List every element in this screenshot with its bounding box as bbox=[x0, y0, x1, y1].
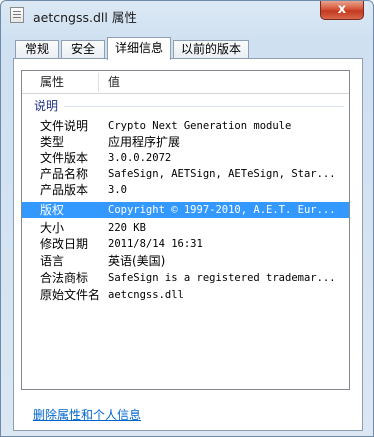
file-icon bbox=[10, 7, 24, 23]
list-row-size[interactable]: 大小 220 KB bbox=[22, 220, 349, 236]
row-key: 文件版本 bbox=[40, 151, 89, 165]
row-value: 2011/8/14 16:31 bbox=[108, 238, 203, 250]
row-key: 修改日期 bbox=[40, 237, 89, 251]
row-key: 产品名称 bbox=[40, 167, 89, 181]
column-header-property[interactable]: 属性 bbox=[40, 71, 64, 94]
group-divider bbox=[64, 106, 344, 107]
row-key: 文件说明 bbox=[40, 119, 89, 133]
close-icon: x bbox=[337, 2, 347, 17]
list-header: 属性 值 bbox=[22, 71, 349, 94]
row-value: SafeSign is a registered trademar... bbox=[108, 272, 336, 284]
row-value: 220 KB bbox=[108, 222, 146, 234]
row-key: 产品版本 bbox=[40, 183, 89, 197]
list-row-product-version[interactable]: 产品版本 3.0 bbox=[22, 182, 349, 198]
remove-properties-link[interactable]: 删除属性和个人信息 bbox=[33, 406, 141, 423]
group-label: 说明 bbox=[34, 99, 59, 113]
window-title: aetcngss.dll 属性 bbox=[33, 10, 137, 25]
list-row-date-modified[interactable]: 修改日期 2011/8/14 16:31 bbox=[22, 236, 349, 252]
group-header-description: 说明 bbox=[34, 98, 58, 114]
row-value: 3.0.0.2072 bbox=[108, 152, 172, 164]
row-value: 英语(美国) bbox=[108, 254, 166, 268]
close-button[interactable]: x bbox=[320, 1, 364, 20]
row-key: 类型 bbox=[40, 135, 65, 149]
row-value: Copyright © 1997-2010, A.E.T. Eur... bbox=[108, 204, 336, 216]
column-separator[interactable] bbox=[98, 73, 99, 92]
list-row-language[interactable]: 语言 英语(美国) bbox=[22, 253, 349, 269]
row-value: aetcngss.dll bbox=[108, 289, 184, 301]
tab-general[interactable]: 常规 bbox=[15, 40, 59, 59]
row-value: 3.0 bbox=[108, 184, 127, 196]
row-key: 大小 bbox=[40, 221, 65, 235]
row-value: SafeSign, AETSign, AETeSign, Star... bbox=[108, 168, 336, 180]
title-bar[interactable]: aetcngss.dll 属性 x bbox=[1, 1, 373, 29]
row-value: Crypto Next Generation module bbox=[108, 120, 292, 132]
column-header-value[interactable]: 值 bbox=[108, 71, 120, 94]
row-key: 语言 bbox=[40, 254, 65, 268]
list-row-type[interactable]: 类型 应用程序扩展 bbox=[22, 134, 349, 150]
list-row-file-description[interactable]: 文件说明 Crypto Next Generation module bbox=[22, 118, 349, 134]
list-row-copyright[interactable]: 版权 Copyright © 1997-2010, A.E.T. Eur... bbox=[22, 202, 349, 218]
row-key: 原始文件名 bbox=[40, 288, 101, 302]
details-list[interactable]: 属性 值 说明 文件说明 Crypto Next Generation modu… bbox=[21, 70, 350, 390]
list-row-file-version[interactable]: 文件版本 3.0.0.2072 bbox=[22, 150, 349, 166]
list-row-product-name[interactable]: 产品名称 SafeSign, AETSign, AETeSign, Star..… bbox=[22, 166, 349, 182]
list-row-legal-trademarks[interactable]: 合法商标 SafeSign is a registered trademar..… bbox=[22, 270, 349, 286]
list-row-original-filename[interactable]: 原始文件名 aetcngss.dll bbox=[22, 287, 349, 303]
tab-security[interactable]: 安全 bbox=[61, 40, 105, 59]
tab-details[interactable]: 详细信息 bbox=[107, 37, 171, 60]
row-value: 应用程序扩展 bbox=[108, 135, 181, 149]
properties-window: aetcngss.dll 属性 x 常规 安全 详细信息 以前的版本 属性 值 … bbox=[0, 0, 374, 437]
row-key: 版权 bbox=[40, 203, 65, 217]
row-key: 合法商标 bbox=[40, 271, 89, 285]
tab-previous-versions[interactable]: 以前的版本 bbox=[173, 40, 249, 59]
